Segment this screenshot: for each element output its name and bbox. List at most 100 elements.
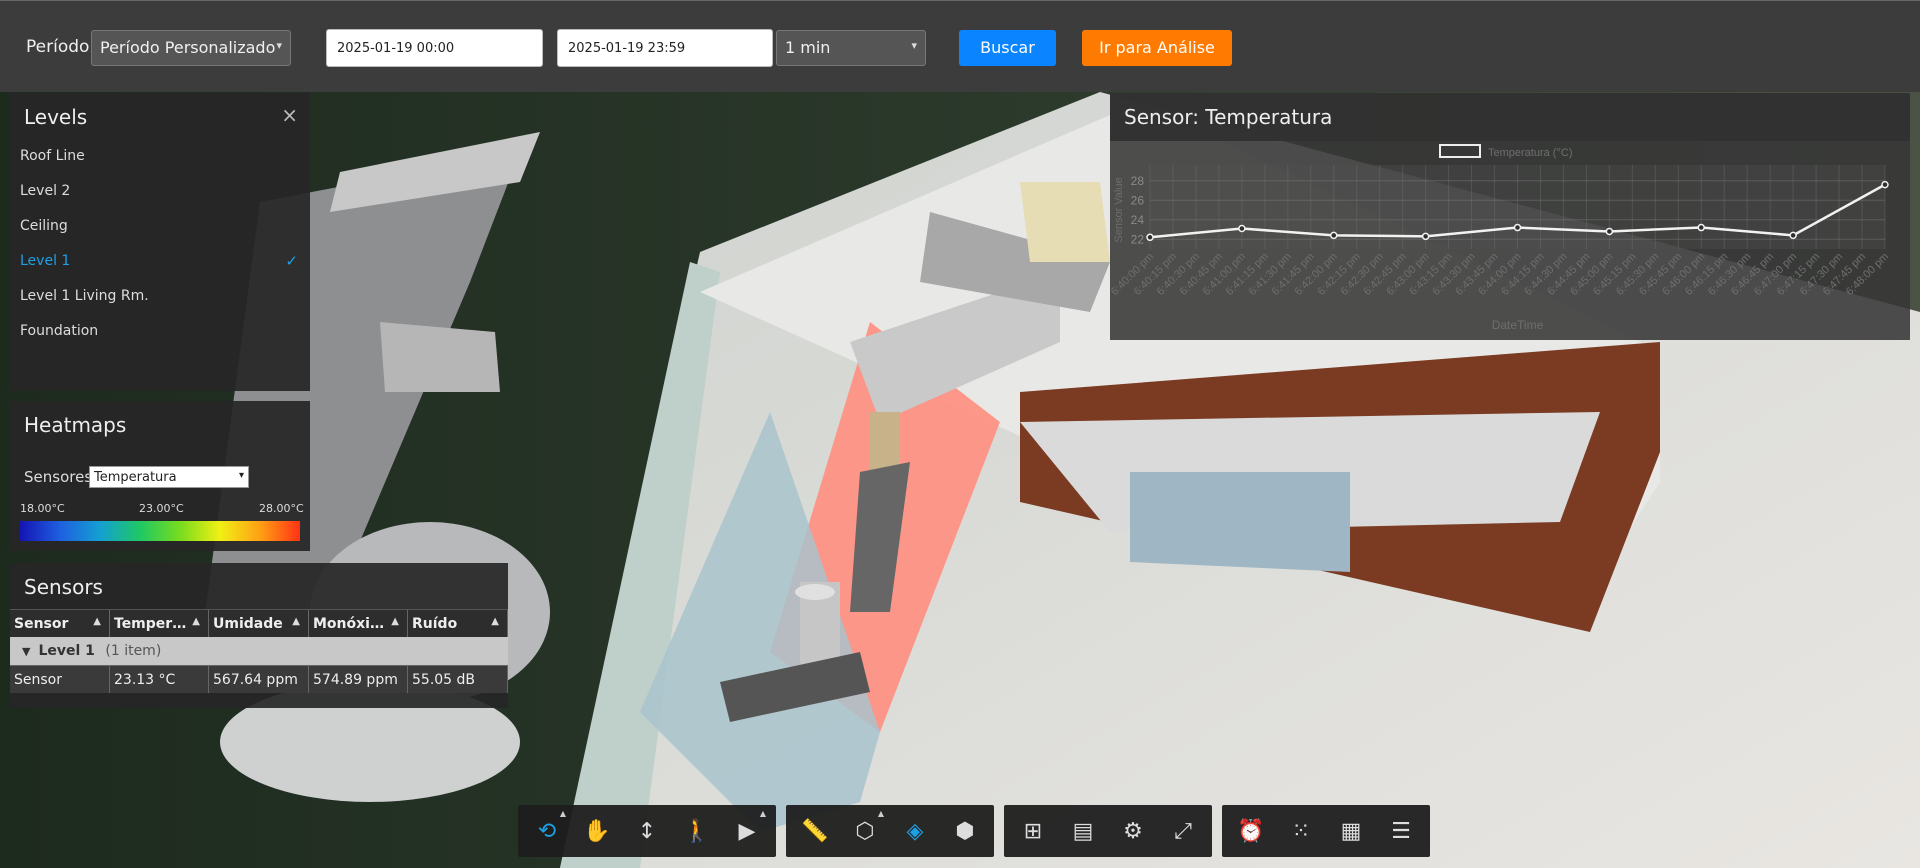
end-datetime-input[interactable]: 2025-01-19 23:59	[557, 29, 773, 67]
y-axis-label: Sensor Value	[1113, 177, 1125, 242]
heatmap-icon[interactable]: ⁙	[1276, 805, 1326, 857]
level-item-label: Roof Line	[20, 148, 85, 164]
level-item-label: Ceiling	[20, 218, 68, 234]
dashboard-icon[interactable]: ▦	[1326, 805, 1376, 857]
temperature-line-chart: 222426286:40:00 pm6:40:15 pm6:40:30 pm6:…	[1110, 144, 1891, 332]
column-header-temperature[interactable]: Temper… ▲	[110, 610, 209, 637]
data-point	[1146, 233, 1154, 242]
column-header-noise[interactable]: Ruído ▲	[408, 610, 508, 637]
start-datetime-input[interactable]: 2025-01-19 00:00	[326, 29, 543, 67]
sensor-chart-title: Sensor: Temperatura	[1110, 93, 1910, 141]
sort-up-icon[interactable]: ▲	[192, 616, 200, 627]
level-item-label: Foundation	[20, 323, 99, 339]
search-button[interactable]: Buscar	[959, 30, 1056, 66]
level-item[interactable]: Ceiling	[10, 209, 310, 244]
viewer-toolbar: ⟲ ▲ ✋ ↕ 🚶 ▶ ▲ 📏 ⬡ ▲ ◈ ⬢ ⊞ ▤ ⚙ ⤢ ⏰ ⁙ ▦ ☰	[518, 805, 1430, 857]
toolbar-settings-group: ⊞ ▤ ⚙ ⤢	[1004, 805, 1212, 857]
sensors-table-header: Sensor ▲ Temper… ▲ Umidade ▲ Monóxi… ▲ Ruído…	[10, 609, 508, 637]
section-icon[interactable]: ⬡ ▲	[840, 805, 890, 857]
layers-icon[interactable]: ◈	[890, 805, 940, 857]
heatmaps-panel: Heatmaps Sensores Temperatura ▾ 18.00°C …	[10, 401, 310, 551]
legend-swatch	[1439, 144, 1481, 158]
sort-up-icon[interactable]: ▲	[292, 616, 300, 627]
sort-up-icon[interactable]: ▲	[491, 616, 499, 627]
table-row[interactable]: Sensor 23.13 °C 567.64 ppm 574.89 ppm 55…	[10, 665, 508, 693]
data-point	[1605, 227, 1614, 236]
heatmaps-panel-title: Heatmaps	[24, 413, 127, 437]
level-item[interactable]: Level 1 Living Rm.	[10, 279, 310, 314]
level-item-label: Level 2	[20, 183, 71, 199]
pan-icon[interactable]: ✋	[572, 805, 622, 857]
column-label: Temper…	[114, 616, 187, 632]
y-tick-label: 26	[1131, 193, 1145, 207]
go-to-analysis-button[interactable]: Ir para Análise	[1082, 30, 1232, 66]
chevron-down-icon: ▾	[238, 470, 244, 481]
table-group-row[interactable]: ▼ Level 1 (1 item)	[10, 637, 508, 665]
table-cell: Sensor	[10, 666, 110, 693]
level-item[interactable]: Level 2	[10, 174, 310, 209]
heatmap-scale-min: 18.00°C	[20, 502, 65, 515]
level-item[interactable]: Foundation	[10, 314, 310, 349]
sensors-select-label: Sensores	[24, 468, 93, 486]
levels-panel: Levels × Roof Line Level 2 Ceiling Level 1 ✓…	[10, 93, 310, 391]
column-header-monoxide[interactable]: Monóxi… ▲	[309, 610, 408, 637]
toolbar-model-group: 📏 ⬡ ▲ ◈ ⬢	[786, 805, 994, 857]
period-select[interactable]: Período Personalizado ▾	[91, 30, 291, 66]
table-cell: 567.64 ppm	[209, 666, 309, 693]
level-item-label: Level 1 Living Rm.	[20, 288, 149, 304]
data-point	[1421, 232, 1430, 241]
close-icon[interactable]: ×	[281, 103, 298, 127]
sensor-icon[interactable]: ⏰	[1226, 805, 1276, 857]
walk-icon[interactable]: 🚶	[672, 805, 722, 857]
data-point	[1238, 224, 1246, 233]
settings-icon[interactable]: ⚙	[1108, 805, 1158, 857]
column-label: Ruído	[412, 616, 458, 632]
model-browser-icon[interactable]: ⊞	[1008, 805, 1058, 857]
data-point	[1697, 223, 1705, 232]
y-tick-label: 28	[1131, 174, 1145, 188]
fullscreen-icon[interactable]: ⤢	[1158, 805, 1208, 857]
explode-icon[interactable]: ⬢	[940, 805, 990, 857]
table-cell: 55.05 dB	[408, 666, 508, 693]
orbit-icon[interactable]: ⟲ ▲	[522, 805, 572, 857]
group-label: Level 1	[38, 643, 95, 659]
x-axis-label: DateTime	[1492, 318, 1544, 332]
toolbar-navigation-group: ⟲ ▲ ✋ ↕ 🚶 ▶ ▲	[518, 805, 776, 857]
table-cell: 574.89 ppm	[309, 666, 408, 693]
column-header-sensor[interactable]: Sensor ▲	[10, 610, 110, 637]
list-icon[interactable]: ☰	[1376, 805, 1426, 857]
interval-select[interactable]: 1 min ▾	[776, 30, 926, 66]
sort-up-icon[interactable]: ▲	[93, 616, 101, 627]
data-point	[1513, 223, 1522, 232]
data-point	[1881, 180, 1889, 189]
camera-icon[interactable]: ▶ ▲	[722, 805, 772, 857]
data-point	[1330, 231, 1338, 240]
heatmap-scale-mid: 23.00°C	[139, 502, 184, 515]
chevron-down-icon: ▾	[276, 39, 282, 52]
period-label: Período:	[26, 37, 96, 57]
sensors-panel: Sensors Sensor ▲ Temper… ▲ Umidade ▲ Monóxi…	[10, 563, 508, 708]
toolbar-extensions-group: ⏰ ⁙ ▦ ☰	[1222, 805, 1430, 857]
y-tick-label: 22	[1131, 232, 1145, 246]
column-label: Monóxi…	[313, 616, 384, 632]
zoom-icon[interactable]: ↕	[622, 805, 672, 857]
level-item[interactable]: Level 1 ✓	[10, 244, 310, 279]
levels-list: Roof Line Level 2 Ceiling Level 1 ✓ Level 1 L…	[10, 139, 310, 349]
sensor-chart-panel: Sensor: Temperatura 22 24 26 28 6:40:00 pm 6:…	[1110, 93, 1910, 340]
measure-icon[interactable]: 📏	[790, 805, 840, 857]
heatmap-sensor-select[interactable]: Temperatura ▾	[89, 466, 249, 488]
column-label: Sensor	[14, 616, 69, 632]
properties-icon[interactable]: ▤	[1058, 805, 1108, 857]
levels-panel-title: Levels	[24, 105, 88, 129]
legend-label: Temperatura (°C)	[1488, 147, 1572, 159]
group-count: (1 item)	[105, 643, 162, 659]
level-item-label: Level 1	[20, 253, 71, 269]
column-header-humidity[interactable]: Umidade ▲	[209, 610, 309, 637]
checkmark-icon: ✓	[285, 252, 298, 270]
level-item[interactable]: Roof Line	[10, 139, 310, 174]
heatmap-color-scale	[20, 521, 300, 541]
y-tick-label: 24	[1131, 213, 1145, 227]
sort-up-icon[interactable]: ▲	[391, 616, 399, 627]
interval-select-value: 1 min	[785, 38, 831, 57]
caret-down-icon[interactable]: ▼	[22, 645, 30, 658]
